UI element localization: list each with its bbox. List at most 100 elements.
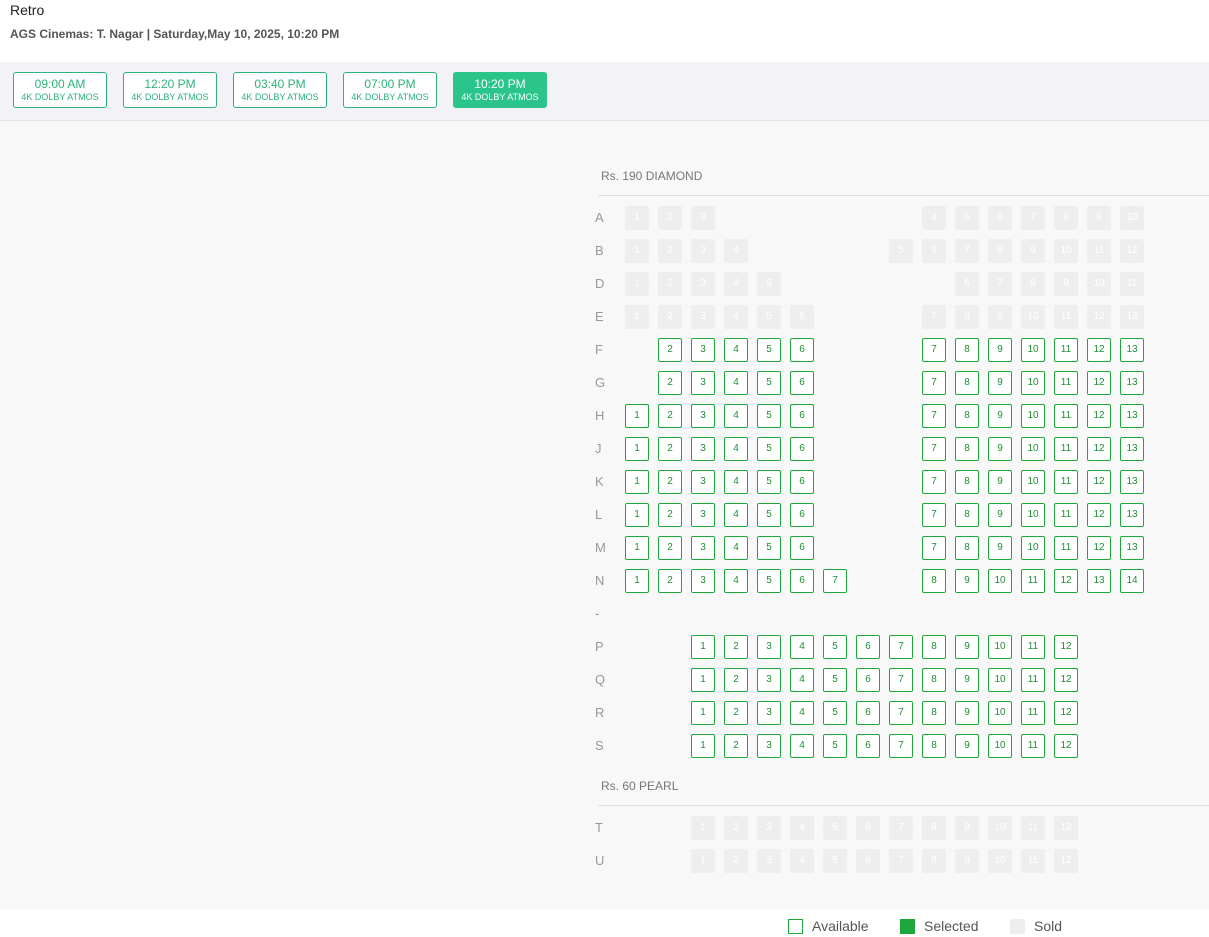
seat-N-13[interactable]: 13 bbox=[1087, 569, 1111, 593]
seat-S-5[interactable]: 5 bbox=[823, 734, 847, 758]
seat-P-1[interactable]: 1 bbox=[691, 635, 715, 659]
seat-N-9[interactable]: 9 bbox=[955, 569, 979, 593]
seat-Q-6[interactable]: 6 bbox=[856, 668, 880, 692]
seat-F-6[interactable]: 6 bbox=[790, 338, 814, 362]
seat-Q-2[interactable]: 2 bbox=[724, 668, 748, 692]
seat-M-1[interactable]: 1 bbox=[625, 536, 649, 560]
seat-G-9[interactable]: 9 bbox=[988, 371, 1012, 395]
seat-S-11[interactable]: 11 bbox=[1021, 734, 1045, 758]
seat-H-7[interactable]: 7 bbox=[922, 404, 946, 428]
seat-P-5[interactable]: 5 bbox=[823, 635, 847, 659]
seat-J-3[interactable]: 3 bbox=[691, 437, 715, 461]
seat-H-2[interactable]: 2 bbox=[658, 404, 682, 428]
seat-M-4[interactable]: 4 bbox=[724, 536, 748, 560]
seat-L-2[interactable]: 2 bbox=[658, 503, 682, 527]
seat-J-10[interactable]: 10 bbox=[1021, 437, 1045, 461]
seat-K-8[interactable]: 8 bbox=[955, 470, 979, 494]
seat-G-11[interactable]: 11 bbox=[1054, 371, 1078, 395]
seat-P-6[interactable]: 6 bbox=[856, 635, 880, 659]
seat-N-14[interactable]: 14 bbox=[1120, 569, 1144, 593]
seat-M-6[interactable]: 6 bbox=[790, 536, 814, 560]
seat-J-9[interactable]: 9 bbox=[988, 437, 1012, 461]
seat-G-13[interactable]: 13 bbox=[1120, 371, 1144, 395]
seat-S-8[interactable]: 8 bbox=[922, 734, 946, 758]
seat-R-6[interactable]: 6 bbox=[856, 701, 880, 725]
seat-L-4[interactable]: 4 bbox=[724, 503, 748, 527]
seat-K-11[interactable]: 11 bbox=[1054, 470, 1078, 494]
seat-P-12[interactable]: 12 bbox=[1054, 635, 1078, 659]
seat-S-2[interactable]: 2 bbox=[724, 734, 748, 758]
seat-Q-3[interactable]: 3 bbox=[757, 668, 781, 692]
seat-L-10[interactable]: 10 bbox=[1021, 503, 1045, 527]
seat-K-13[interactable]: 13 bbox=[1120, 470, 1144, 494]
seat-R-3[interactable]: 3 bbox=[757, 701, 781, 725]
seat-S-4[interactable]: 4 bbox=[790, 734, 814, 758]
seat-L-5[interactable]: 5 bbox=[757, 503, 781, 527]
seat-M-11[interactable]: 11 bbox=[1054, 536, 1078, 560]
seat-F-7[interactable]: 7 bbox=[922, 338, 946, 362]
seat-N-10[interactable]: 10 bbox=[988, 569, 1012, 593]
seat-P-10[interactable]: 10 bbox=[988, 635, 1012, 659]
seat-J-11[interactable]: 11 bbox=[1054, 437, 1078, 461]
seat-M-9[interactable]: 9 bbox=[988, 536, 1012, 560]
seat-S-9[interactable]: 9 bbox=[955, 734, 979, 758]
seat-K-1[interactable]: 1 bbox=[625, 470, 649, 494]
seat-J-5[interactable]: 5 bbox=[757, 437, 781, 461]
seat-L-8[interactable]: 8 bbox=[955, 503, 979, 527]
seat-R-2[interactable]: 2 bbox=[724, 701, 748, 725]
seat-S-1[interactable]: 1 bbox=[691, 734, 715, 758]
seat-P-4[interactable]: 4 bbox=[790, 635, 814, 659]
seat-N-12[interactable]: 12 bbox=[1054, 569, 1078, 593]
seat-L-1[interactable]: 1 bbox=[625, 503, 649, 527]
seat-L-6[interactable]: 6 bbox=[790, 503, 814, 527]
seat-P-7[interactable]: 7 bbox=[889, 635, 913, 659]
seat-H-3[interactable]: 3 bbox=[691, 404, 715, 428]
seat-J-7[interactable]: 7 bbox=[922, 437, 946, 461]
seat-S-10[interactable]: 10 bbox=[988, 734, 1012, 758]
seat-R-12[interactable]: 12 bbox=[1054, 701, 1078, 725]
seat-S-6[interactable]: 6 bbox=[856, 734, 880, 758]
seat-P-9[interactable]: 9 bbox=[955, 635, 979, 659]
seat-Q-12[interactable]: 12 bbox=[1054, 668, 1078, 692]
seat-G-2[interactable]: 2 bbox=[658, 371, 682, 395]
seat-G-6[interactable]: 6 bbox=[790, 371, 814, 395]
seat-K-10[interactable]: 10 bbox=[1021, 470, 1045, 494]
seat-H-10[interactable]: 10 bbox=[1021, 404, 1045, 428]
showtime-button-0900[interactable]: 09:00 AM 4K DOLBY ATMOS bbox=[13, 72, 107, 108]
seat-F-8[interactable]: 8 bbox=[955, 338, 979, 362]
seat-G-7[interactable]: 7 bbox=[922, 371, 946, 395]
seat-Q-8[interactable]: 8 bbox=[922, 668, 946, 692]
seat-Q-7[interactable]: 7 bbox=[889, 668, 913, 692]
seat-P-11[interactable]: 11 bbox=[1021, 635, 1045, 659]
seat-N-5[interactable]: 5 bbox=[757, 569, 781, 593]
seat-K-4[interactable]: 4 bbox=[724, 470, 748, 494]
seat-R-8[interactable]: 8 bbox=[922, 701, 946, 725]
seat-G-5[interactable]: 5 bbox=[757, 371, 781, 395]
seat-N-11[interactable]: 11 bbox=[1021, 569, 1045, 593]
seat-F-5[interactable]: 5 bbox=[757, 338, 781, 362]
seat-Q-11[interactable]: 11 bbox=[1021, 668, 1045, 692]
seat-H-8[interactable]: 8 bbox=[955, 404, 979, 428]
seat-G-10[interactable]: 10 bbox=[1021, 371, 1045, 395]
showtime-button-1900[interactable]: 07:00 PM 4K DOLBY ATMOS bbox=[343, 72, 437, 108]
seat-Q-9[interactable]: 9 bbox=[955, 668, 979, 692]
seat-L-13[interactable]: 13 bbox=[1120, 503, 1144, 527]
seat-M-3[interactable]: 3 bbox=[691, 536, 715, 560]
seat-G-4[interactable]: 4 bbox=[724, 371, 748, 395]
seat-M-5[interactable]: 5 bbox=[757, 536, 781, 560]
seat-S-3[interactable]: 3 bbox=[757, 734, 781, 758]
seat-H-11[interactable]: 11 bbox=[1054, 404, 1078, 428]
seat-M-7[interactable]: 7 bbox=[922, 536, 946, 560]
seat-K-6[interactable]: 6 bbox=[790, 470, 814, 494]
seat-R-7[interactable]: 7 bbox=[889, 701, 913, 725]
seat-N-7[interactable]: 7 bbox=[823, 569, 847, 593]
seat-F-12[interactable]: 12 bbox=[1087, 338, 1111, 362]
seat-K-5[interactable]: 5 bbox=[757, 470, 781, 494]
seat-J-1[interactable]: 1 bbox=[625, 437, 649, 461]
seat-M-8[interactable]: 8 bbox=[955, 536, 979, 560]
seat-F-10[interactable]: 10 bbox=[1021, 338, 1045, 362]
seat-H-5[interactable]: 5 bbox=[757, 404, 781, 428]
seat-L-9[interactable]: 9 bbox=[988, 503, 1012, 527]
seat-K-12[interactable]: 12 bbox=[1087, 470, 1111, 494]
seat-P-3[interactable]: 3 bbox=[757, 635, 781, 659]
